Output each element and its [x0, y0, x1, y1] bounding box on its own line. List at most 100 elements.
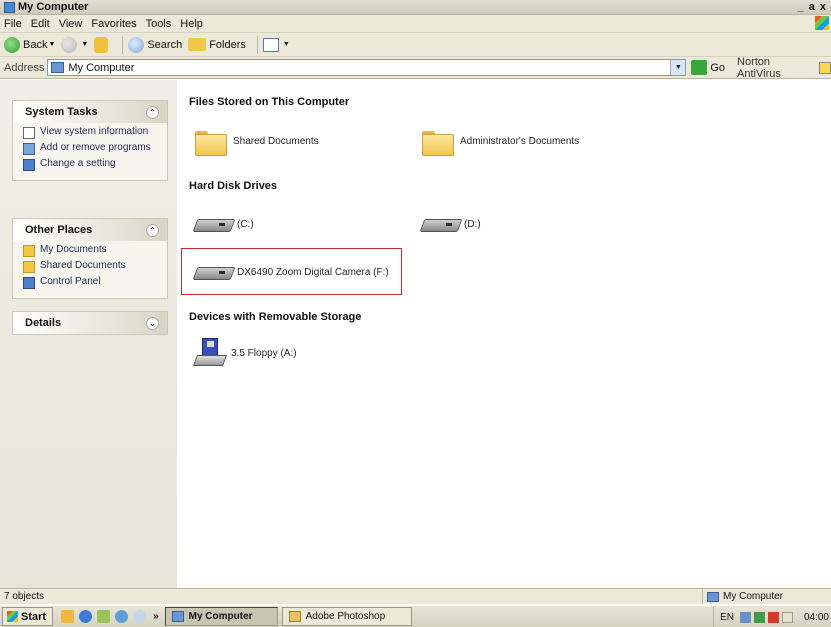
- task-change-setting[interactable]: Change a setting: [23, 158, 163, 171]
- place-my-documents[interactable]: My Documents: [23, 244, 163, 257]
- item-label: (C:): [237, 218, 254, 230]
- task-view-system-information[interactable]: View system information: [23, 126, 163, 139]
- system-tasks-panel: System Tasks ⌃ View system information A…: [12, 100, 168, 181]
- place-label: Control Panel: [40, 276, 101, 287]
- place-label: Shared Documents: [40, 260, 126, 271]
- toolbar-separator: [122, 35, 124, 54]
- views-icon: [262, 37, 279, 52]
- window-controls[interactable]: _ а х: [798, 1, 827, 13]
- task-add-remove-programs[interactable]: Add or remove programs: [23, 142, 163, 155]
- control-panel-icon: [23, 159, 35, 171]
- views-dropdown-icon[interactable]: ▼: [283, 41, 290, 48]
- norton-label: Norton AntiVirus: [737, 55, 781, 80]
- tray-volume-icon[interactable]: [781, 611, 793, 623]
- my-computer-icon: [171, 611, 184, 622]
- floppy-drive-a[interactable]: 3.5 Floppy (A:): [192, 338, 297, 368]
- back-button[interactable]: Back ▼: [4, 36, 55, 53]
- address-input[interactable]: My Computer ▼: [47, 59, 687, 76]
- language-indicator[interactable]: EN: [720, 612, 734, 623]
- menu-bar: File Edit View Favorites Tools Help: [0, 15, 831, 33]
- forward-dropdown-icon[interactable]: ▼: [81, 41, 88, 48]
- system-tray: EN 04:00: [713, 606, 831, 627]
- menu-file[interactable]: File: [4, 18, 22, 30]
- search-icon: [128, 36, 145, 53]
- section-removable-storage: Devices with Removable Storage: [189, 311, 362, 323]
- back-dropdown-icon[interactable]: ▼: [48, 41, 55, 48]
- task-pane: System Tasks ⌃ View system information A…: [0, 80, 177, 588]
- expand-chevron-icon[interactable]: ⌄: [146, 316, 159, 330]
- quick-launch-ie-icon[interactable]: [79, 610, 93, 623]
- shared-documents-folder[interactable]: Shared Documents: [195, 128, 319, 156]
- menu-edit[interactable]: Edit: [31, 18, 50, 30]
- status-bar: 7 objects My Computer: [0, 588, 831, 604]
- taskbar-my-computer[interactable]: My Computer: [164, 607, 278, 626]
- drive-c[interactable]: (C:): [195, 216, 254, 232]
- clock[interactable]: 04:00: [804, 612, 829, 623]
- quick-launch-outlook-icon[interactable]: [115, 610, 129, 623]
- folders-button[interactable]: Folders: [188, 38, 246, 51]
- collapse-chevron-icon[interactable]: ⌃: [146, 105, 159, 119]
- place-label: My Documents: [40, 244, 107, 255]
- task-label: Change a setting: [40, 158, 116, 169]
- my-computer-icon: [707, 591, 719, 602]
- forward-button[interactable]: ▼: [61, 36, 88, 53]
- title-bar: My Computer _ а х: [0, 0, 831, 15]
- folder-icon: [23, 245, 35, 257]
- task-label: View system information: [40, 126, 149, 137]
- details-panel: Details ⌄: [12, 311, 168, 335]
- quick-launch-desktop-icon[interactable]: [97, 610, 111, 623]
- item-label: 3.5 Floppy (A:): [231, 347, 297, 359]
- tray-network-icon[interactable]: [739, 611, 751, 623]
- system-tasks-title: System Tasks: [25, 106, 98, 118]
- details-header[interactable]: Details ⌄: [13, 312, 167, 334]
- other-places-panel: Other Places ⌃ My Documents Shared Docum…: [12, 218, 168, 299]
- menu-tools[interactable]: Tools: [146, 18, 172, 30]
- up-folder-icon: [94, 36, 109, 53]
- menu-help[interactable]: Help: [180, 18, 203, 30]
- tray-antivirus-icon[interactable]: [753, 611, 765, 623]
- quick-launch: [61, 610, 151, 623]
- folders-icon: [188, 38, 207, 51]
- system-info-icon: [23, 127, 35, 139]
- item-label: Administrator's Documents: [460, 135, 580, 147]
- start-button[interactable]: Start: [2, 607, 54, 626]
- taskbar: Start » My Computer Adobe Photoshop EN 0…: [0, 605, 831, 627]
- item-label: (D:): [464, 218, 481, 230]
- norton-antivirus-button[interactable]: Norton AntiVirus: [737, 56, 831, 80]
- quick-launch-explorer-icon[interactable]: [61, 610, 75, 623]
- camera-drive-icon: [195, 264, 231, 280]
- task-label: Adobe Photoshop: [305, 611, 386, 622]
- folders-label: Folders: [209, 38, 246, 51]
- hard-drive-icon: [195, 216, 231, 232]
- views-button[interactable]: ▼: [262, 37, 290, 52]
- tray-alert-icon[interactable]: [767, 611, 779, 623]
- other-places-header[interactable]: Other Places ⌃: [13, 219, 167, 241]
- address-dropdown-icon[interactable]: ▼: [670, 60, 686, 75]
- search-button[interactable]: Search: [128, 36, 183, 53]
- window-title: My Computer: [18, 1, 89, 13]
- details-title: Details: [25, 317, 62, 329]
- camera-drive-f[interactable]: DX6490 Zoom Digital Camera (F:): [195, 264, 389, 280]
- folder-icon: [23, 261, 35, 273]
- administrator-documents-folder[interactable]: Administrator's Documents: [422, 128, 580, 156]
- menu-favorites[interactable]: Favorites: [91, 18, 136, 30]
- go-label: Go: [710, 61, 726, 74]
- taskbar-adobe-photoshop[interactable]: Adobe Photoshop: [281, 607, 412, 626]
- go-button[interactable]: Go: [691, 60, 725, 75]
- search-label: Search: [147, 38, 183, 51]
- place-shared-documents[interactable]: Shared Documents: [23, 260, 163, 273]
- system-tasks-header[interactable]: System Tasks ⌃: [13, 101, 167, 123]
- other-places-title: Other Places: [25, 224, 93, 236]
- quick-launch-more-icon[interactable]: »: [153, 611, 159, 622]
- windows-logo-icon: [7, 611, 18, 622]
- place-control-panel[interactable]: Control Panel: [23, 276, 163, 289]
- menu-view[interactable]: View: [59, 18, 83, 30]
- my-computer-icon: [51, 62, 65, 73]
- drive-d[interactable]: (D:): [422, 216, 481, 232]
- up-button[interactable]: [94, 36, 111, 53]
- quick-launch-media-icon[interactable]: [133, 610, 147, 623]
- address-label: Address: [4, 61, 45, 74]
- collapse-chevron-icon[interactable]: ⌃: [146, 223, 159, 237]
- go-arrow-icon: [691, 60, 708, 75]
- folder-icon: [195, 128, 227, 156]
